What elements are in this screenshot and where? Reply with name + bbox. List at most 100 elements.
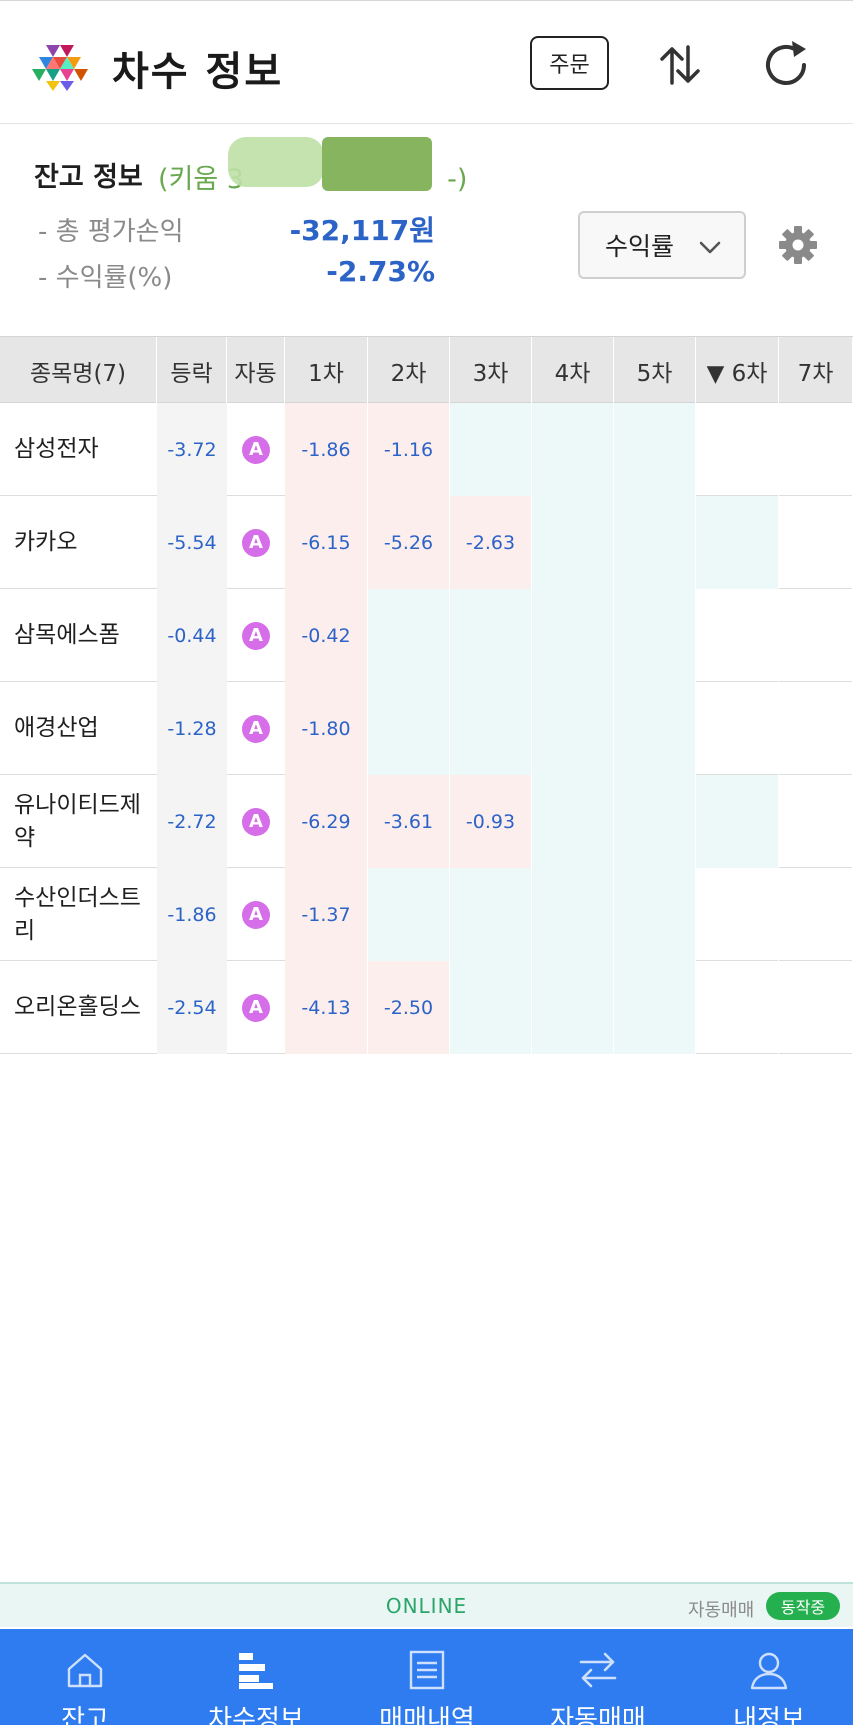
nav-label: 자동매매 — [550, 1705, 646, 1725]
auto-badge-icon[interactable]: A — [242, 714, 270, 743]
step-cell — [532, 961, 614, 1054]
sort-dropdown[interactable]: 수익률 — [578, 211, 746, 279]
nav-item-auto-trade[interactable]: 자동매매 — [513, 1629, 683, 1725]
table-row[interactable]: 오리온홀딩스 -2.54 A -4.13 -2.50 — [0, 961, 853, 1054]
step-cell — [696, 961, 779, 1054]
step-table: 종목명(7) 등락 자동 1차 2차 3차 4차 5차 ▼ 6차 7차 삼성전자 -3.72 A -1.… — [0, 336, 853, 1054]
nav-label: 차수정보 — [208, 1705, 304, 1725]
stock-name: 수산인더스트리 — [14, 884, 141, 944]
order-button[interactable]: 주문 — [530, 36, 609, 90]
account-suffix: -) — [447, 164, 468, 195]
change-rate: -1.86 — [157, 868, 227, 961]
step-cell — [450, 589, 532, 682]
redaction-mark — [228, 137, 324, 187]
nav-label: 매매내역 — [379, 1705, 475, 1725]
column-header[interactable]: 3차 — [450, 337, 532, 404]
column-header[interactable]: 등락 — [157, 337, 227, 404]
swap-vertical-icon[interactable] — [652, 37, 708, 93]
column-header[interactable]: 5차 — [614, 337, 696, 404]
nav-label: 내정보 — [733, 1705, 805, 1725]
auto-badge-icon[interactable]: A — [242, 528, 270, 557]
step-cell — [779, 682, 853, 775]
gear-icon[interactable] — [778, 225, 818, 265]
step-cell — [450, 403, 532, 496]
change-rate: -2.72 — [157, 775, 227, 868]
column-header[interactable]: ▼ 6차 — [696, 337, 779, 404]
stock-name: 애경산업 — [14, 715, 99, 741]
step-cell — [614, 682, 696, 775]
step-cell: -2.63 — [450, 496, 532, 589]
step-cell — [532, 682, 614, 775]
step-cell: -1.86 — [285, 403, 368, 496]
change-rate: -2.54 — [157, 961, 227, 1054]
column-header[interactable]: 2차 — [368, 337, 450, 404]
step-cell: -0.42 — [285, 589, 368, 682]
step-cell — [614, 403, 696, 496]
redaction-mark — [322, 137, 432, 191]
column-header[interactable]: 4차 — [532, 337, 614, 404]
step-cell — [614, 961, 696, 1054]
stock-name: 유나이티드제약 — [14, 791, 141, 851]
step-cell — [696, 403, 779, 496]
table-row[interactable]: 카카오 -5.54 A -6.15 -5.26 -2.63 — [0, 496, 853, 589]
bottom-nav: 잔고 차수정보 매매내역 자동매매 내정보 — [0, 1629, 853, 1725]
page-title: 차수 정보 — [112, 49, 284, 95]
nav-item-trade-history[interactable]: 매매내역 — [342, 1629, 512, 1725]
column-header[interactable]: 자동 — [227, 337, 285, 404]
refresh-icon[interactable] — [758, 37, 814, 93]
step-cell — [532, 589, 614, 682]
transfer-icon — [579, 1652, 617, 1688]
step-cell: -5.26 — [368, 496, 450, 589]
user-icon — [750, 1652, 788, 1690]
step-cell — [779, 961, 853, 1054]
step-cell — [779, 496, 853, 589]
column-header[interactable]: 1차 — [285, 337, 368, 404]
nav-item-my-info[interactable]: 내정보 — [684, 1629, 853, 1725]
step-cell — [532, 403, 614, 496]
app-screen: 차수 정보 주문 잔고 정보 (키움 3 -) - 총 평가손익 -32,117… — [0, 0, 853, 1725]
step-cell — [696, 682, 779, 775]
table-row[interactable]: 수산인더스트리 -1.86 A -1.37 — [0, 868, 853, 961]
auto-cell: A — [227, 589, 285, 682]
change-rate: -0.44 — [157, 589, 227, 682]
top-header: 차수 정보 주문 — [0, 0, 853, 124]
status-bar: ONLINE 자동매매 동작중 — [0, 1582, 853, 1627]
table-row[interactable]: 유나이티드제약 -2.72 A -6.29 -3.61 -0.93 — [0, 775, 853, 868]
step-cell — [779, 775, 853, 868]
step-cell — [779, 868, 853, 961]
app-logo — [32, 45, 88, 91]
auto-cell: A — [227, 496, 285, 589]
step-cell — [368, 589, 450, 682]
step-cell — [614, 868, 696, 961]
step-cell: -6.15 — [285, 496, 368, 589]
step-cell — [450, 868, 532, 961]
auto-badge-icon[interactable]: A — [242, 993, 270, 1022]
auto-badge-icon[interactable]: A — [242, 621, 270, 650]
return-rate-label: - 수익률(%) — [38, 263, 173, 293]
auto-badge-icon[interactable]: A — [242, 435, 270, 464]
step-cell — [532, 775, 614, 868]
auto-badge-icon[interactable]: A — [242, 807, 270, 836]
stock-name: 삼성전자 — [14, 436, 99, 462]
step-cell: -1.37 — [285, 868, 368, 961]
step-cell — [696, 775, 779, 868]
document-icon — [409, 1650, 445, 1690]
balance-title: 잔고 정보 — [34, 162, 143, 193]
step-cell — [696, 868, 779, 961]
table-row[interactable]: 애경산업 -1.28 A -1.80 — [0, 682, 853, 775]
nav-item-balance[interactable]: 잔고 — [0, 1629, 170, 1725]
table-row[interactable]: 삼목에스폼 -0.44 A -0.42 — [0, 589, 853, 682]
column-header[interactable]: 종목명(7) — [0, 337, 157, 404]
auto-trade-label: 자동매매 — [688, 1600, 755, 1621]
auto-cell: A — [227, 403, 285, 496]
column-header[interactable]: 7차 — [779, 337, 853, 404]
table-row[interactable]: 삼성전자 -3.72 A -1.86 -1.16 — [0, 403, 853, 496]
chevron-down-icon — [699, 241, 721, 254]
auto-badge-icon[interactable]: A — [242, 900, 270, 929]
stock-name: 오리온홀딩스 — [14, 994, 141, 1020]
step-cell — [614, 496, 696, 589]
step-cell: -1.80 — [285, 682, 368, 775]
auto-cell: A — [227, 775, 285, 868]
nav-item-step-info[interactable]: 차수정보 — [171, 1629, 341, 1725]
step-cell: -1.16 — [368, 403, 450, 496]
